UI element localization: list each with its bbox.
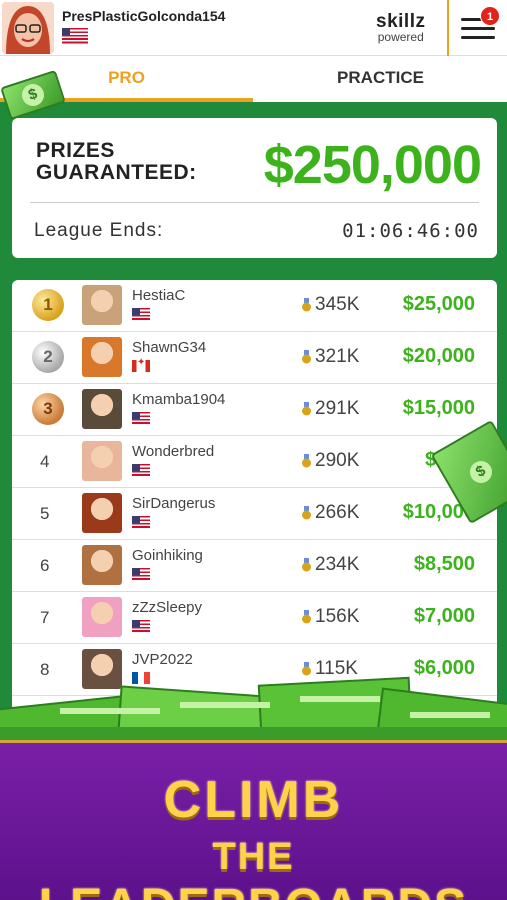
leaderboard-row[interactable]: 5 SirDangerus 266K $10,000: [12, 488, 497, 540]
us-flag-icon: [132, 568, 150, 580]
card-divider: [30, 202, 479, 203]
leaderboard-row[interactable]: 2 ShawnG34 321K $20,000: [12, 332, 497, 384]
player-score: 266K: [315, 502, 360, 523]
prizes-guaranteed-label: PRIZES GUARANTEED:: [36, 140, 197, 184]
player-score: 156K: [315, 606, 360, 627]
leaderboard-row[interactable]: 6 Goinhiking 234K $8,500: [12, 540, 497, 592]
prizes-label-line1: PRIZES: [36, 139, 115, 162]
player-prize: $8,500: [413, 553, 475, 575]
player-prize: $15,000: [402, 397, 475, 419]
brand-sub: powered: [377, 30, 424, 44]
player-score: 290K: [315, 450, 360, 471]
us-flag-icon: [132, 464, 150, 476]
rank-number: 4: [40, 452, 50, 471]
leaderboard-row[interactable]: 7 zZzSleepy 156K $7,000: [12, 592, 497, 644]
league-ends-label: League Ends:: [34, 220, 164, 241]
user-avatar[interactable]: [2, 2, 54, 54]
leaderboard-row[interactable]: 4Wonderbred290K$12,5: [12, 436, 497, 488]
player-score: 321K: [315, 346, 360, 367]
player-prize: $7,000: [413, 605, 475, 627]
player-avatar: [82, 441, 122, 481]
banner-title-line1: CLIMB: [163, 771, 344, 829]
us-flag-icon: [62, 28, 88, 45]
player-name: ShawnG34: [132, 339, 207, 356]
score-medal-icon: [302, 402, 311, 416]
rank-number: 5: [40, 504, 50, 523]
player-avatar: [82, 597, 122, 637]
tab-bar: PRO PRACTICE: [0, 56, 507, 102]
rank-number: 6: [40, 556, 50, 575]
player-name: zZzSleepy: [132, 599, 203, 616]
skillz-logo: skillz powered: [376, 12, 425, 43]
score-medal-icon: [302, 454, 311, 468]
tab-practice[interactable]: PRACTICE: [254, 56, 507, 102]
banner-word-the: THE: [212, 836, 295, 878]
score-medal-icon: [302, 298, 311, 312]
player-name: Goinhiking: [132, 547, 203, 564]
player-prize: $25,000: [402, 293, 475, 315]
player-avatar: [82, 493, 122, 533]
score-medal-icon: [302, 506, 311, 520]
prizes-label-line2: GUARANTEED:: [36, 161, 197, 184]
us-flag-icon: [132, 516, 150, 528]
banner-word-leaderboards: LEADERBOARDS: [39, 880, 468, 900]
player-score: 345K: [315, 294, 360, 315]
banner-title-line2: THE LEADERBOARDS: [0, 836, 507, 900]
gold-medal-icon: 1: [32, 289, 64, 321]
leaderboard-row[interactable]: 3 Kmamba1904 291K $15,000: [12, 384, 497, 436]
us-flag-icon: [132, 412, 150, 424]
leaderboard: 1 HestiaC 345K $25,000 2 ShawnG34 321K $20,000 3…: [12, 280, 497, 740]
player-avatar: [82, 389, 122, 429]
score-medal-icon: [302, 558, 311, 572]
notification-badge: 1: [480, 6, 500, 26]
player-name: JVP2022: [132, 651, 193, 668]
player-name: Wonderbred: [132, 443, 215, 460]
ca-flag-icon: [132, 357, 150, 372]
username: PresPlasticGolconda154: [62, 8, 226, 24]
player-avatar: [82, 545, 122, 585]
player-name: Kmamba1904: [132, 391, 226, 408]
score-medal-icon: [302, 350, 311, 364]
player-avatar: [82, 337, 122, 377]
us-flag-icon: [132, 620, 150, 632]
league-countdown: 01:06:46:00: [342, 220, 479, 242]
us-flag-icon: [132, 308, 150, 320]
header-divider: [447, 0, 449, 56]
score-medal-icon: [302, 610, 311, 624]
player-score: 291K: [315, 398, 360, 419]
prize-card: PRIZES GUARANTEED: $250,000 League Ends:…: [12, 118, 497, 258]
player-prize: $20,000: [402, 345, 475, 367]
silver-medal-icon: 2: [32, 341, 64, 373]
player-score: 234K: [315, 554, 360, 575]
prize-amount: $250,000: [263, 135, 482, 195]
rank-number: 7: [40, 608, 50, 627]
brand-name: skillz: [376, 11, 426, 32]
bronze-medal-icon: 3: [32, 393, 64, 425]
player-name: HestiaC: [132, 287, 186, 304]
player-name: SirDangerus: [132, 495, 216, 512]
player-avatar: [82, 285, 122, 325]
top-bar: PresPlasticGolconda154 skillz powered 1: [0, 0, 507, 56]
leaderboard-row[interactable]: 1 HestiaC 345K $25,000: [12, 280, 497, 332]
